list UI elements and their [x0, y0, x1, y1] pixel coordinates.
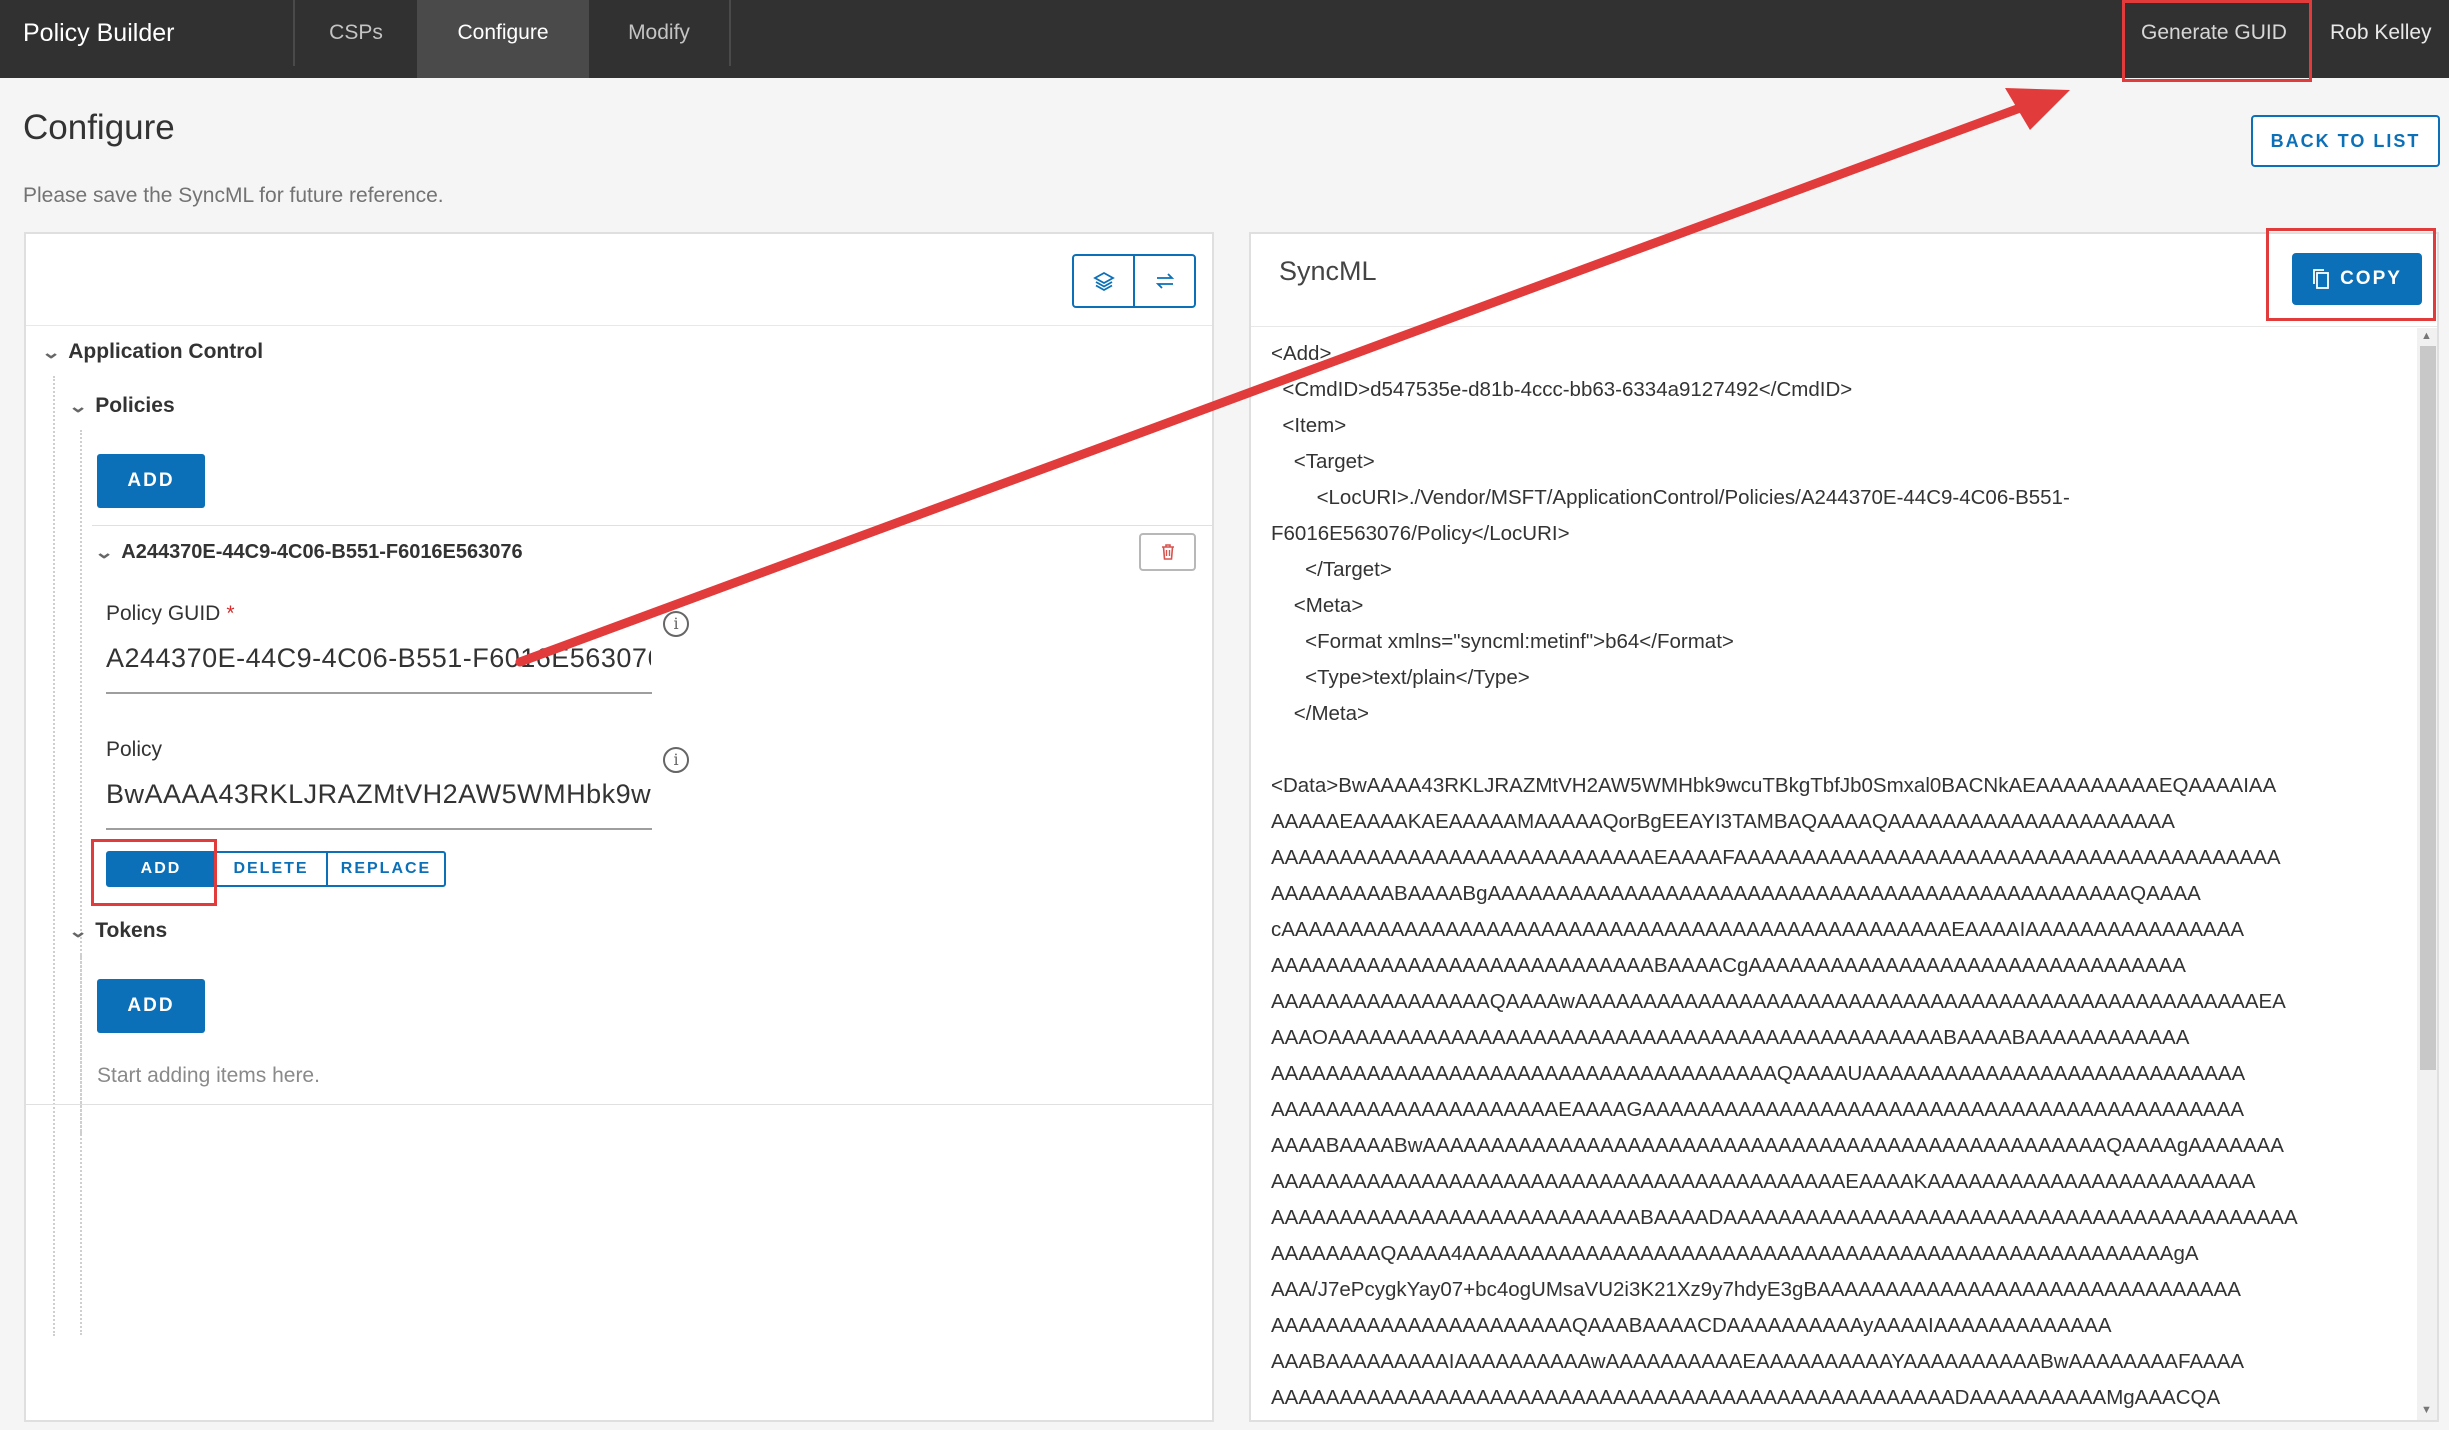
page-subtitle: Please save the SyncML for future refere… [23, 184, 444, 207]
chevron-down-icon[interactable]: ⌄ [68, 922, 88, 942]
syncml-line: cAAAAAAAAAAAAAAAAAAAAAAAAAAAAAAAAAAAAAAA… [1271, 918, 2245, 941]
vertical-scrollbar[interactable]: ▲ ▼ [2417, 328, 2437, 1420]
layers-icon[interactable] [1074, 256, 1133, 306]
operation-delete-button[interactable]: DELETE [214, 853, 326, 885]
trash-icon [1161, 544, 1174, 560]
tree-node-tokens[interactable]: ⌄ Tokens [68, 919, 168, 943]
top-navbar: Policy Builder CSPs Configure Modify Gen… [0, 0, 2449, 78]
node-label: Tokens [95, 919, 168, 942]
tab-modify[interactable]: Modify [589, 0, 729, 78]
operation-selector: ADD DELETE REPLACE [106, 851, 446, 887]
policy-label: Policy [106, 738, 163, 761]
divider [92, 525, 1214, 526]
syncml-line: AAAAAAAAAAAAAAAAAAAAAAAAAAAAAAAAAAAAAQAA… [1271, 1062, 2246, 1085]
add-token-button[interactable]: ADD [97, 979, 205, 1033]
chevron-down-icon[interactable]: ⌄ [94, 543, 114, 563]
tab-csps[interactable]: CSPs [295, 0, 417, 78]
info-icon[interactable]: i [663, 747, 689, 773]
tree-node-policy-item[interactable]: ⌄ A244370E-44C9-4C06-B551-F6016E563076 [94, 541, 523, 564]
syncml-line: <Type>text/plain</Type> [1271, 666, 1530, 689]
operation-replace-button[interactable]: REPLACE [326, 853, 444, 885]
scroll-down-arrow-icon[interactable]: ▼ [2421, 1404, 2432, 1416]
scroll-up-arrow-icon[interactable]: ▲ [2421, 330, 2432, 342]
info-icon[interactable]: i [663, 611, 689, 637]
required-marker: * [226, 602, 235, 625]
tree-guide-line [53, 376, 55, 1336]
back-to-list-button[interactable]: BACK TO LIST [2251, 115, 2440, 167]
syncml-line: AAAAAAAAAAAAAAAAAAAAAAAAAAAAAAAAAAAAAAAA… [1271, 1386, 2221, 1409]
tree-view-toggle [1072, 254, 1196, 308]
syncml-line: AAA/J7ePcygkYay07+bc4ogUMsaVU2i3K21Xz9y7… [1271, 1278, 2241, 1301]
tokens-empty-hint: Start adding items here. [97, 1064, 320, 1087]
syncml-line: <Format xmlns="syncml:metinf">b64</Forma… [1271, 630, 1734, 653]
tree-node-application-control[interactable]: ⌄ Application Control [41, 340, 264, 364]
policy-item-title: A244370E-44C9-4C06-B551-F6016E563076 [121, 541, 523, 563]
syncml-line: </Target> [1271, 558, 1392, 581]
scrollbar-thumb[interactable] [2420, 346, 2436, 1070]
node-label: Application Control [68, 340, 264, 363]
syncml-panel: SyncML COPY <Add> <CmdID>d547535e-d81b-4… [1249, 232, 2439, 1422]
swap-icon[interactable] [1133, 256, 1194, 306]
label-text: Policy GUID [106, 602, 221, 625]
tree-guide-line [80, 955, 82, 1335]
syncml-line: <CmdID>d547535e-d81b-4ccc-bb63-6334a9127… [1271, 378, 1853, 401]
syncml-line: AAAAAAAAAAAAAAAAAAAAAEAAAAGAAAAAAAAAAAAA… [1271, 1098, 2245, 1121]
syncml-code-block[interactable]: <Add> <CmdID>d547535e-d81b-4ccc-bb63-633… [1271, 336, 2411, 1416]
policy-guid-input[interactable]: A244370E-44C9-4C06-B551-F6016E563076 [106, 643, 651, 674]
input-underline [106, 692, 652, 694]
copy-label: COPY [2340, 268, 2402, 289]
operation-add-button[interactable]: ADD [108, 853, 214, 885]
syncml-line: <Add> [1271, 342, 1332, 365]
delete-item-button[interactable] [1139, 533, 1196, 571]
input-underline [106, 828, 652, 830]
syncml-line: AAAAAAAAQAAAA4AAAAAAAAAAAAAAAAAAAAAAAAAA… [1271, 1242, 2199, 1265]
syncml-line: AAAAAEAAAAKAEAAAAAMAAAAAQorBgEEAYI3TAMBA… [1271, 810, 2175, 833]
syncml-line: <Data>BwAAAA43RKLJRAZMtVH2AW5WMHbk9wcuTB… [1271, 774, 2277, 797]
syncml-line: AAAABAAAABwAAAAAAAAAAAAAAAAAAAAAAAAAAAAA… [1271, 1134, 2284, 1157]
copy-button[interactable]: COPY [2292, 253, 2422, 305]
syncml-line: <LocURI>./Vendor/MSFT/ApplicationControl… [1271, 486, 2070, 509]
chevron-down-icon[interactable]: ⌄ [41, 343, 61, 363]
chevron-down-icon[interactable]: ⌄ [68, 397, 88, 417]
nav-divider [729, 0, 731, 66]
syncml-line: AAAAAAAAAAAAAAAAAAAAAAAAAAAAAAAAAAAAAAAA… [1271, 1170, 2256, 1193]
tab-configure[interactable]: Configure [417, 0, 589, 78]
syncml-line: AAAAAAAAAAAAAAAAAAAAAAQAAABAAAACDAAAAAAA… [1271, 1314, 2112, 1337]
syncml-line: AAAAAAAAAAAAAAAAAAAAAAAAAAAAEAAAAFAAAAAA… [1271, 846, 2281, 869]
page-title: Configure [23, 108, 175, 147]
configuration-tree-panel: ⌄ Application Control ⌄ Policies ADD ⌄ A244… [24, 232, 1214, 1422]
syncml-line: </Meta> [1271, 702, 1369, 725]
tree-node-policies[interactable]: ⌄ Policies [68, 394, 175, 418]
syncml-line: AAAOAAAAAAAAAAAAAAAAAAAAAAAAAAAAAAAAAAAA… [1271, 1026, 2190, 1049]
syncml-line: <Meta> [1271, 594, 1364, 617]
policy-data-input[interactable]: BwAAAA43RKLJRAZMtVH2AW5WMHbk9wcuTBkgTbfJ… [106, 779, 651, 810]
syncml-line: AAAAAAAAAAAAAAAAQAAAAwAAAAAAAAAAAAAAAAAA… [1271, 990, 2286, 1013]
app-brand[interactable]: Policy Builder [23, 0, 174, 78]
tree-toolbar [26, 234, 1212, 326]
syncml-line: AAAAAAAAAAAAAAAAAAAAAAAAAAABAAAADAAAAAAA… [1271, 1206, 2298, 1229]
syncml-line: <Item> [1271, 414, 1347, 437]
divider [26, 1104, 1214, 1105]
syncml-line: AAAAAAAAAAAAAAAAAAAAAAAAAAAABAAAACgAAAAA… [1271, 954, 2186, 977]
syncml-line: F6016E563076/Policy</LocURI> [1271, 522, 1570, 545]
divider [1251, 326, 2437, 327]
policy-guid-label: Policy GUID * [106, 602, 235, 626]
add-policy-button[interactable]: ADD [97, 454, 205, 508]
syncml-line: AAABAAAAAAAAAIAAAAAAAAAAwAAAAAAAAAAEAAAA… [1271, 1350, 2245, 1373]
syncml-title: SyncML [1279, 256, 1377, 286]
generate-guid-link[interactable]: Generate GUID [2141, 0, 2287, 78]
copy-icon [2313, 269, 2329, 289]
user-menu[interactable]: Rob Kelley [2330, 0, 2432, 78]
syncml-line: AAAAAAAAABAAAABgAAAAAAAAAAAAAAAAAAAAAAAA… [1271, 882, 2201, 905]
syncml-line: <Target> [1271, 450, 1375, 473]
node-label: Policies [95, 394, 175, 417]
syncml-line [1271, 732, 2411, 768]
